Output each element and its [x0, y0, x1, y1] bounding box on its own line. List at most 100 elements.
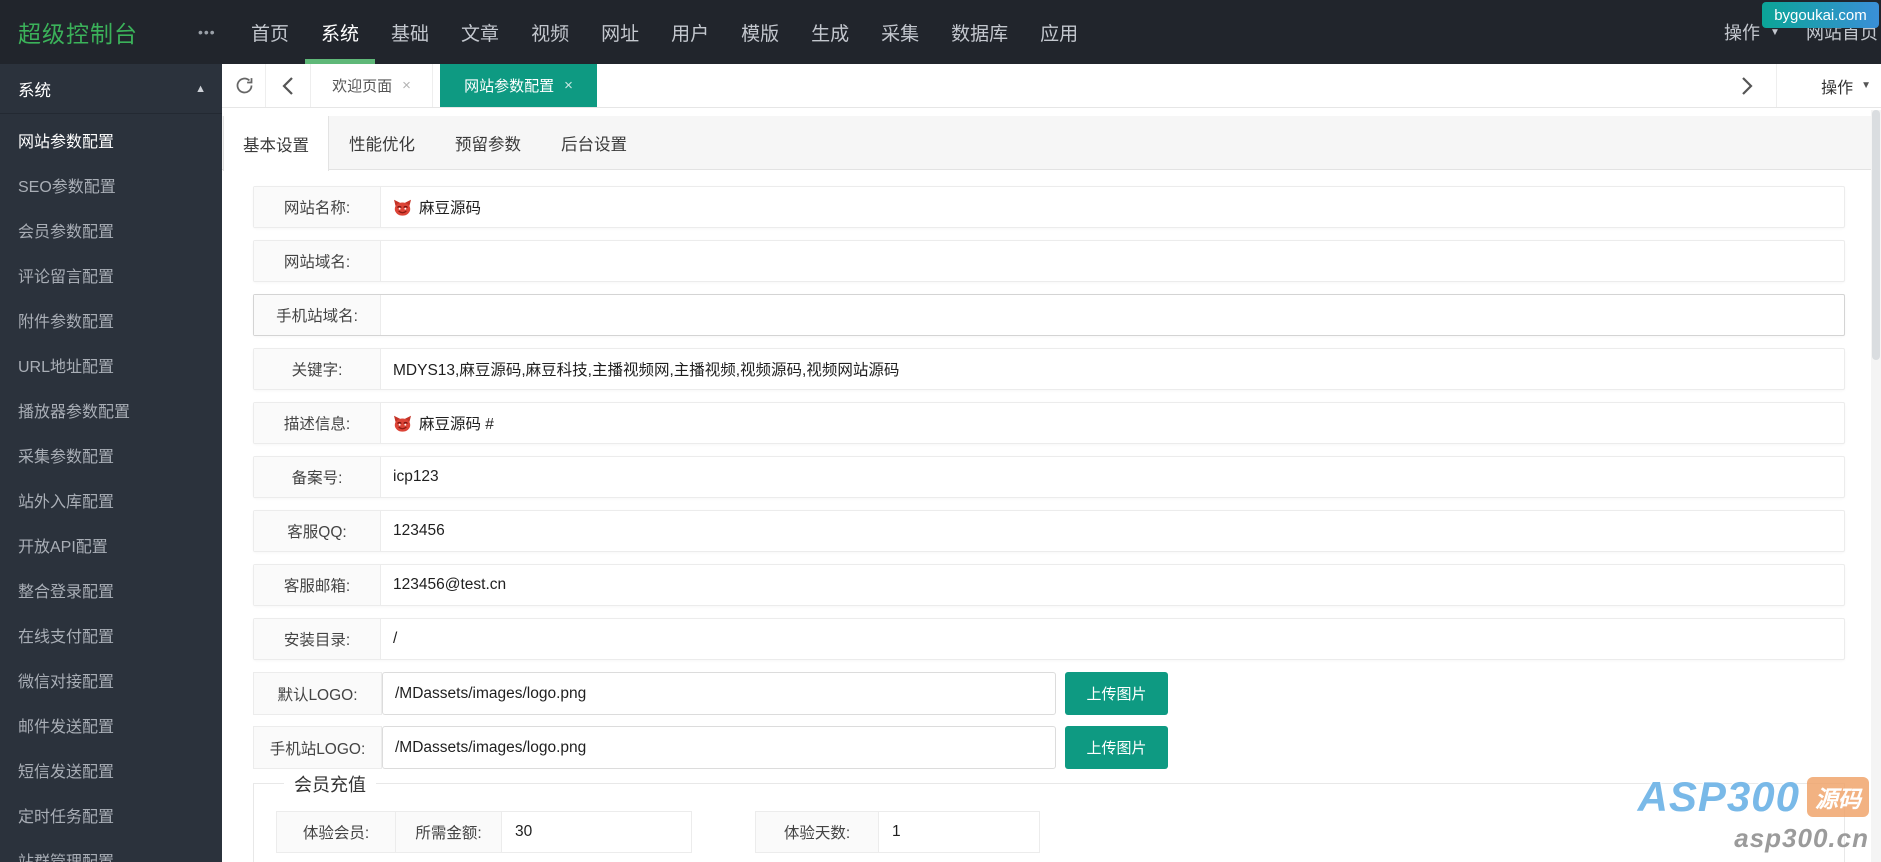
form-row: 网站域名: — [253, 240, 1845, 282]
nav-item[interactable]: 视频 — [515, 0, 585, 64]
sidebar-item[interactable]: 播放器参数配置 — [0, 387, 222, 432]
nav-item[interactable]: 应用 — [1024, 0, 1094, 64]
nav-item-active[interactable]: 系统 — [305, 0, 376, 64]
nav-item[interactable]: 网址 — [585, 0, 655, 64]
form-label: 网站域名: — [254, 241, 381, 281]
nav-item[interactable]: 模版 — [725, 0, 795, 64]
sidebar-header[interactable]: 系统 ▲ — [0, 64, 222, 114]
sidebar-item[interactable]: 评论留言配置 — [0, 252, 222, 297]
sidebar-item[interactable]: 短信发送配置 — [0, 747, 222, 792]
nav-item[interactable]: 用户 — [655, 0, 725, 64]
upload-image-button[interactable]: 上传图片 — [1065, 672, 1168, 715]
tabbar-action-dropdown[interactable]: 操作 ▼ — [1821, 64, 1871, 107]
sidebar-item[interactable]: SEO参数配置 — [0, 162, 222, 207]
nav-item[interactable]: 文章 — [445, 0, 515, 64]
keywords-field[interactable]: MDYS13,麻豆源码,麻豆科技,主播视频网,主播视频,视频源码,视频网站源码 — [381, 349, 1844, 389]
service-email-field[interactable]: 123456@test.cn — [381, 565, 1844, 605]
form-value: 123456@test.cn — [393, 576, 507, 593]
sidebar-item[interactable]: URL地址配置 — [0, 342, 222, 387]
form-row: 描述信息: 麻豆源码 # — [253, 402, 1845, 444]
form-label: 手机站域名: — [254, 295, 381, 335]
trial-amount-input[interactable]: 30 — [501, 812, 691, 852]
top-nav: 首页 系统 基础 文章 视频 网址 用户 模版 生成 采集 数据库 应用 — [235, 0, 1094, 64]
app-logo: 超级控制台 — [18, 21, 138, 47]
form-row: 安装目录: / — [253, 618, 1845, 660]
tab-backend-settings[interactable]: 后台设置 — [541, 116, 647, 170]
form-row: 客服QQ: 123456 — [253, 510, 1845, 552]
form-value: /MDassets/images/logo.png — [395, 738, 587, 756]
form-value: 123456 — [393, 522, 445, 539]
tabs-scroll-right-button[interactable] — [1729, 64, 1765, 107]
sidebar-item[interactable]: 开放API配置 — [0, 522, 222, 567]
sidebar-menu: 网站参数配置 SEO参数配置 会员参数配置 评论留言配置 附件参数配置 URL地… — [0, 114, 222, 862]
nav-item[interactable]: 首页 — [235, 0, 305, 64]
caret-down-icon: ▼ — [1770, 26, 1780, 38]
member-recharge-fieldset: 会员充值 体验会员: 所需金额: 30 体验天数: 1 — [253, 771, 1845, 862]
page-tabbar: 欢迎页面 × 网站参数配置 × 操作 ▼ — [222, 64, 1881, 108]
close-icon[interactable]: × — [402, 77, 411, 94]
icp-number-field[interactable]: icp123 — [381, 457, 1844, 497]
form-label: 体验天数: — [756, 812, 878, 852]
topbar: 超级控制台 ••• 首页 系统 基础 文章 视频 网址 用户 模版 生成 采集 … — [0, 0, 1881, 64]
install-dir-field[interactable]: / — [381, 619, 1844, 659]
trial-member-group: 体验会员: 所需金额: 30 — [276, 811, 692, 853]
tab-label: 欢迎页面 — [332, 78, 393, 95]
default-logo-input[interactable]: /MDassets/images/logo.png — [382, 672, 1056, 715]
sidebar-item[interactable]: 在线支付配置 — [0, 612, 222, 657]
recharge-row: 体验会员: 所需金额: 30 体验天数: 1 — [276, 811, 1040, 853]
form-label: 网站名称: — [254, 187, 381, 227]
form-value: /MDassets/images/logo.png — [395, 684, 587, 702]
sidebar-item[interactable]: 采集参数配置 — [0, 432, 222, 477]
corner-badge: bygoukai.com — [1762, 2, 1879, 28]
tabs-scroll-left-button[interactable] — [267, 64, 309, 107]
sidebar-item[interactable]: 微信对接配置 — [0, 657, 222, 702]
description-field[interactable]: 麻豆源码 # — [381, 403, 1844, 443]
tab-reserved-params[interactable]: 预留参数 — [435, 116, 541, 170]
more-menu-icon[interactable]: ••• — [198, 0, 216, 64]
sidebar-item[interactable]: 定时任务配置 — [0, 792, 222, 837]
tabbar-action-label: 操作 — [1821, 79, 1854, 97]
mobile-domain-input[interactable] — [381, 295, 1844, 335]
form-row: 备案号: icp123 — [253, 456, 1845, 498]
sidebar-header-label: 系统 — [18, 81, 51, 100]
settings-form-panel: 网站名称: 麻豆源码 网站域名: 手机站域名: 关键字: MDYS13,麻豆源码… — [222, 171, 1871, 862]
site-name-field[interactable]: 麻豆源码 — [381, 187, 1844, 227]
sidebar-item[interactable]: 会员参数配置 — [0, 207, 222, 252]
nav-item[interactable]: 基础 — [375, 0, 445, 64]
sidebar-item[interactable]: 附件参数配置 — [0, 297, 222, 342]
vertical-scrollbar[interactable] — [1871, 110, 1881, 862]
tab-site-params-active[interactable]: 网站参数配置 × — [440, 64, 597, 107]
upload-image-button[interactable]: 上传图片 — [1065, 726, 1168, 769]
form-value: 麻豆源码 # — [419, 416, 494, 433]
tab-welcome-page[interactable]: 欢迎页面 × — [310, 64, 433, 107]
form-value: MDYS13,麻豆源码,麻豆科技,主播视频网,主播视频,视频源码,视频网站源码 — [393, 362, 900, 379]
close-icon[interactable]: × — [564, 77, 573, 94]
service-qq-field[interactable]: 123456 — [381, 511, 1844, 551]
sidebar-item[interactable]: 整合登录配置 — [0, 567, 222, 612]
mobile-logo-input[interactable]: /MDassets/images/logo.png — [382, 726, 1056, 769]
tab-basic-settings-active[interactable]: 基本设置 — [223, 116, 329, 171]
form-label: 客服邮箱: — [254, 565, 381, 605]
form-label: 所需金额: — [395, 812, 501, 852]
tab-label: 网站参数配置 — [464, 78, 555, 95]
fieldset-legend: 会员充值 — [284, 771, 376, 797]
form-row: 关键字: MDYS13,麻豆源码,麻豆科技,主播视频网,主播视频,视频源码,视频… — [253, 348, 1845, 390]
nav-item[interactable]: 生成 — [795, 0, 865, 64]
refresh-icon — [236, 77, 253, 94]
trial-days-input[interactable]: 1 — [878, 812, 1039, 852]
form-row: 手机站域名: — [253, 294, 1845, 336]
collapse-arrow-icon: ▲ — [195, 82, 206, 95]
tab-performance[interactable]: 性能优化 — [329, 116, 435, 170]
topbar-action-label: 操作 — [1724, 23, 1760, 43]
nav-item[interactable]: 数据库 — [935, 0, 1024, 64]
settings-tab-strip: 基本设置 性能优化 预留参数 后台设置 — [222, 116, 1871, 171]
sidebar-item[interactable]: 邮件发送配置 — [0, 702, 222, 747]
form-label: 默认LOGO: — [253, 672, 382, 715]
nav-item[interactable]: 采集 — [865, 0, 935, 64]
sidebar-item[interactable]: 站外入库配置 — [0, 477, 222, 522]
sidebar-item[interactable]: 站群管理配置 — [0, 837, 222, 862]
site-domain-field[interactable] — [381, 241, 1844, 281]
refresh-button[interactable] — [224, 64, 266, 107]
sidebar-item-active[interactable]: 网站参数配置 — [0, 117, 222, 162]
scrollbar-thumb[interactable] — [1872, 110, 1880, 360]
